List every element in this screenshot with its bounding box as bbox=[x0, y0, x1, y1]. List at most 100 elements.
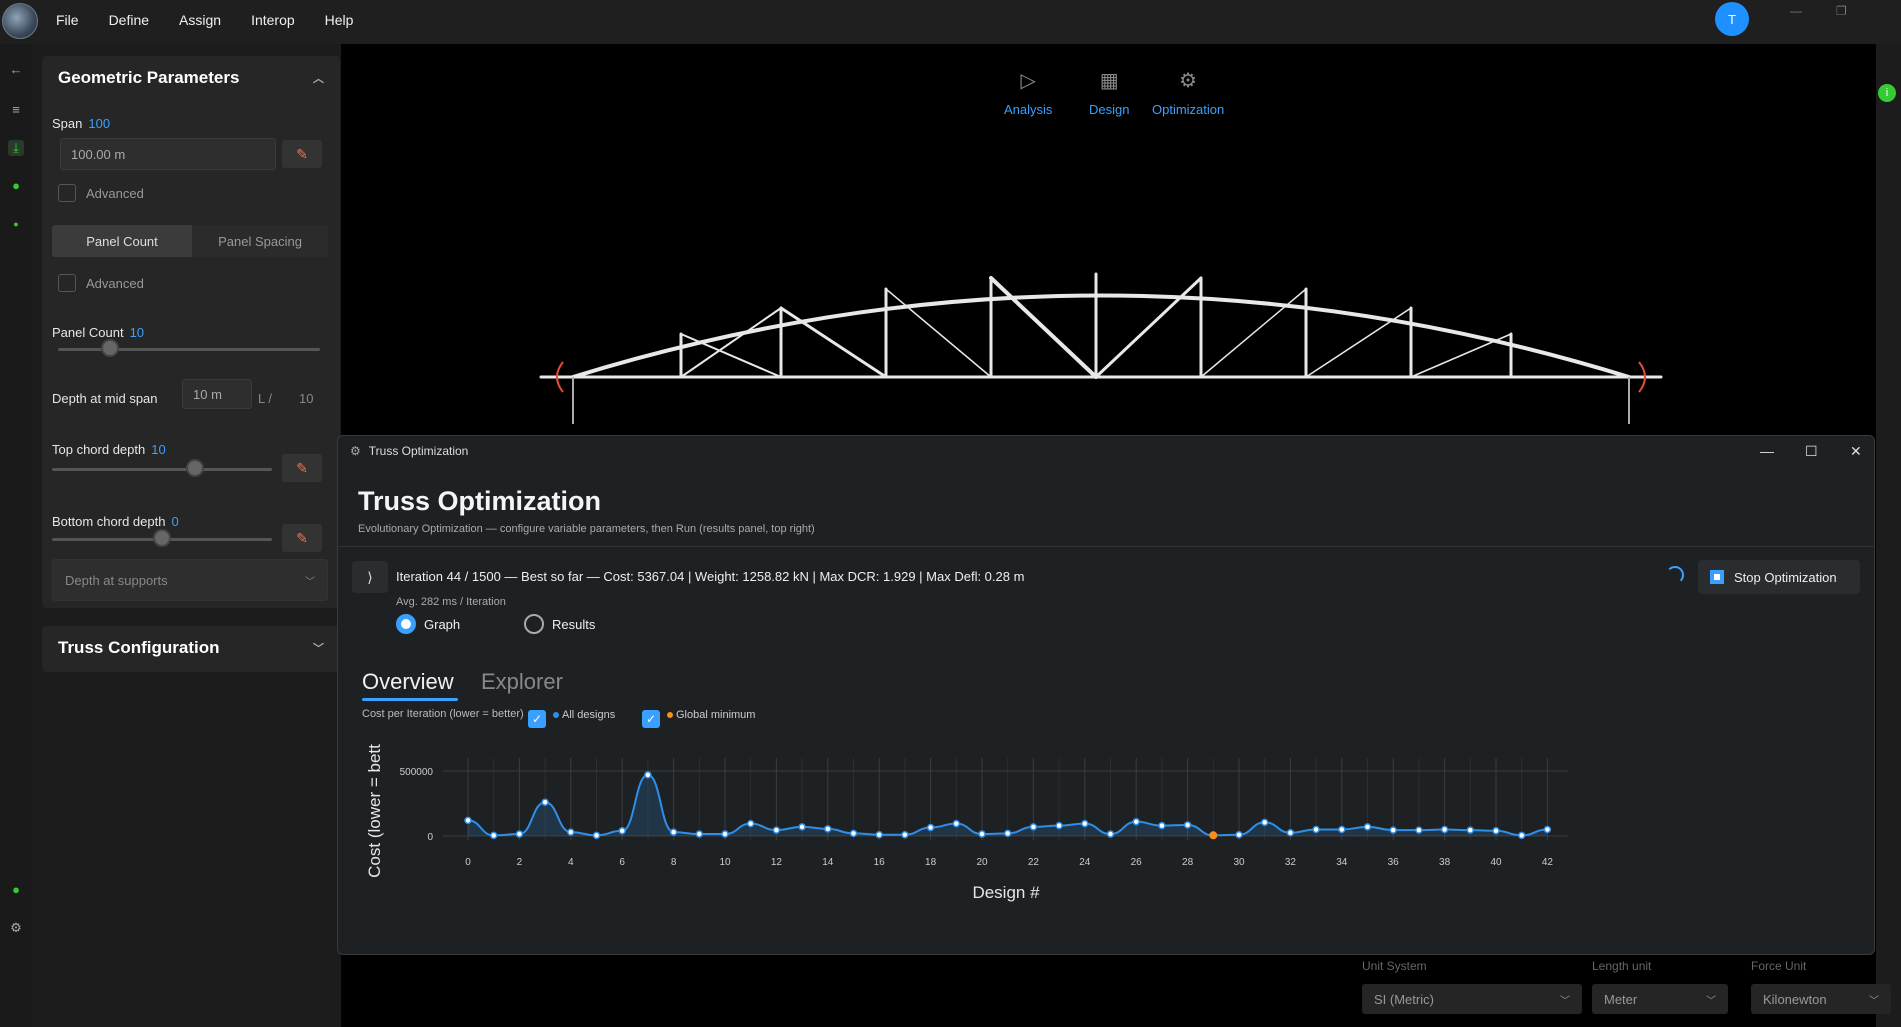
expand-button[interactable]: ⟩ bbox=[352, 561, 388, 593]
radio-results[interactable] bbox=[524, 614, 544, 634]
unit-system-label: Unit System bbox=[1362, 959, 1427, 973]
stop-optimization-button[interactable]: Stop Optimization bbox=[1698, 560, 1860, 594]
top-chord-depth-slider-thumb[interactable] bbox=[186, 459, 204, 477]
advanced-checkbox[interactable] bbox=[58, 184, 76, 202]
title-bar: File Define Assign Interop Help T — ❐ bbox=[0, 0, 1901, 44]
data-point bbox=[721, 830, 729, 838]
top-chord-depth-slider[interactable] bbox=[52, 468, 272, 471]
play-circle-icon[interactable]: ● bbox=[8, 178, 24, 194]
panel-count-slider[interactable] bbox=[58, 348, 320, 351]
minimize-icon[interactable]: — bbox=[1790, 4, 1802, 18]
chevron-up-icon[interactable]: ︿ bbox=[313, 70, 324, 86]
global-minimum-checkbox[interactable]: ✓ bbox=[642, 710, 660, 728]
legend-global-minimum: Global minimum bbox=[676, 709, 756, 721]
info-badge-icon[interactable]: i bbox=[1878, 84, 1896, 102]
avg-iteration-time: Avg. 282 ms / Iteration bbox=[396, 596, 506, 608]
menu-interop[interactable]: Interop bbox=[251, 12, 295, 28]
y-tick-label: 500000 bbox=[400, 767, 434, 778]
settings-gear-icon[interactable]: ⚙ bbox=[8, 920, 24, 936]
maximize-icon[interactable]: ☐ bbox=[1805, 443, 1818, 460]
x-tick-label: 20 bbox=[976, 857, 988, 868]
x-tick-label: 22 bbox=[1028, 857, 1040, 868]
dialog-title: Truss Optimization bbox=[358, 486, 602, 516]
x-tick-label: 12 bbox=[771, 857, 783, 868]
menu-assign[interactable]: Assign bbox=[179, 12, 221, 28]
data-point bbox=[1106, 830, 1115, 838]
bottom-chord-depth-slider-thumb[interactable] bbox=[153, 529, 171, 547]
panel-count-slider-thumb[interactable] bbox=[101, 339, 120, 357]
close-icon[interactable]: ✕ bbox=[1850, 443, 1862, 460]
x-tick-label: 26 bbox=[1131, 857, 1143, 868]
advanced-label: Advanced bbox=[86, 186, 144, 201]
edit-top-chord-button[interactable]: ✎ bbox=[282, 454, 322, 482]
menu-help[interactable]: Help bbox=[325, 12, 354, 28]
data-point bbox=[1235, 830, 1243, 839]
user-avatar[interactable]: T bbox=[1715, 2, 1749, 36]
data-point bbox=[1338, 825, 1346, 834]
truss-configuration-panel[interactable]: Truss Configuration ﹀ bbox=[42, 626, 340, 672]
pin-icon[interactable]: ● bbox=[8, 216, 24, 232]
length-unit-value: Meter bbox=[1604, 991, 1638, 1007]
chevron-down-icon: ﹀ bbox=[1560, 995, 1570, 1007]
hamburger-menu-icon[interactable]: ≡ bbox=[8, 102, 24, 118]
truss-configuration-title: Truss Configuration bbox=[58, 638, 220, 657]
download-icon[interactable]: ⤓ bbox=[8, 140, 24, 156]
data-point bbox=[798, 823, 806, 831]
menu-bar: File Define Assign Interop Help bbox=[56, 12, 353, 28]
chart-caption: Cost per Iteration (lower = better) bbox=[362, 708, 524, 720]
truss-configuration-header[interactable]: Truss Configuration ﹀ bbox=[42, 626, 340, 670]
data-point bbox=[926, 823, 935, 832]
data-point bbox=[952, 819, 961, 828]
tab-panel-spacing[interactable]: Panel Spacing bbox=[192, 225, 328, 257]
all-designs-checkbox[interactable]: ✓ bbox=[528, 710, 546, 728]
data-point bbox=[1517, 831, 1526, 840]
radio-graph[interactable] bbox=[396, 614, 416, 634]
x-tick-label: 14 bbox=[822, 857, 834, 868]
stop-optimization-label: Stop Optimization bbox=[1734, 569, 1837, 585]
span-value: 100 bbox=[88, 116, 111, 131]
data-point bbox=[1055, 821, 1063, 830]
force-unit-dropdown[interactable]: Kilonewton ﹀ bbox=[1751, 984, 1891, 1014]
unit-system-dropdown[interactable]: SI (Metric) ﹀ bbox=[1362, 984, 1582, 1014]
data-point bbox=[1389, 826, 1397, 834]
depth-at-supports-dropdown[interactable]: Depth at supports ﹀ bbox=[52, 559, 328, 601]
data-point bbox=[746, 819, 755, 828]
tab-overview-indicator bbox=[362, 698, 458, 701]
tab-explorer[interactable]: Explorer bbox=[481, 669, 563, 695]
sidebar: Geometric Parameters ︿ Span 100 100.00 m … bbox=[42, 56, 340, 1026]
info-icon[interactable]: ● bbox=[8, 882, 24, 898]
data-point bbox=[1363, 823, 1372, 831]
tab-overview[interactable]: Overview bbox=[362, 669, 454, 695]
x-tick-label: 28 bbox=[1182, 857, 1194, 868]
data-point bbox=[1543, 825, 1552, 834]
edit-span-button[interactable]: ✎ bbox=[282, 140, 322, 168]
data-point bbox=[1415, 826, 1423, 834]
restore-icon[interactable]: ❐ bbox=[1836, 4, 1847, 18]
geometric-parameters-header[interactable]: Geometric Parameters ︿ bbox=[42, 56, 340, 100]
data-point bbox=[1492, 827, 1500, 835]
menu-file[interactable]: File bbox=[56, 12, 79, 28]
data-point bbox=[515, 830, 524, 838]
back-arrow-icon[interactable]: ← bbox=[8, 62, 24, 78]
top-chord-depth-label: Top chord depth 10 bbox=[52, 442, 166, 457]
length-unit-dropdown[interactable]: Meter ﹀ bbox=[1592, 984, 1728, 1014]
span-input[interactable]: 100.00 m bbox=[60, 138, 276, 170]
data-point bbox=[464, 816, 472, 825]
depth-mid-span-input[interactable]: 10 m bbox=[182, 379, 252, 409]
edit-bottom-chord-button[interactable]: ✎ bbox=[282, 524, 322, 552]
x-tick-label: 16 bbox=[874, 857, 886, 868]
x-tick-label: 18 bbox=[925, 857, 937, 868]
geometric-parameters-title: Geometric Parameters bbox=[58, 68, 240, 87]
loading-spinner-icon bbox=[1666, 566, 1684, 584]
data-point bbox=[567, 828, 575, 836]
menu-define[interactable]: Define bbox=[109, 12, 149, 28]
advanced-checkbox-2[interactable] bbox=[58, 274, 76, 292]
x-tick-label: 24 bbox=[1079, 857, 1091, 868]
data-point bbox=[1158, 821, 1166, 830]
cost-chart[interactable]: 0 2 4 6 8 10 12 14 16 18 20 22 24 26 28 30 32 34 36 38 40 425… bbox=[338, 736, 1858, 946]
tab-panel-count[interactable]: Panel Count bbox=[52, 225, 192, 257]
bottom-chord-depth-label: Bottom chord depth 0 bbox=[52, 514, 179, 529]
minimize-icon[interactable]: — bbox=[1760, 443, 1774, 459]
chevron-down-icon[interactable]: ﹀ bbox=[313, 640, 324, 656]
depth-ratio-label: L / bbox=[258, 391, 272, 406]
